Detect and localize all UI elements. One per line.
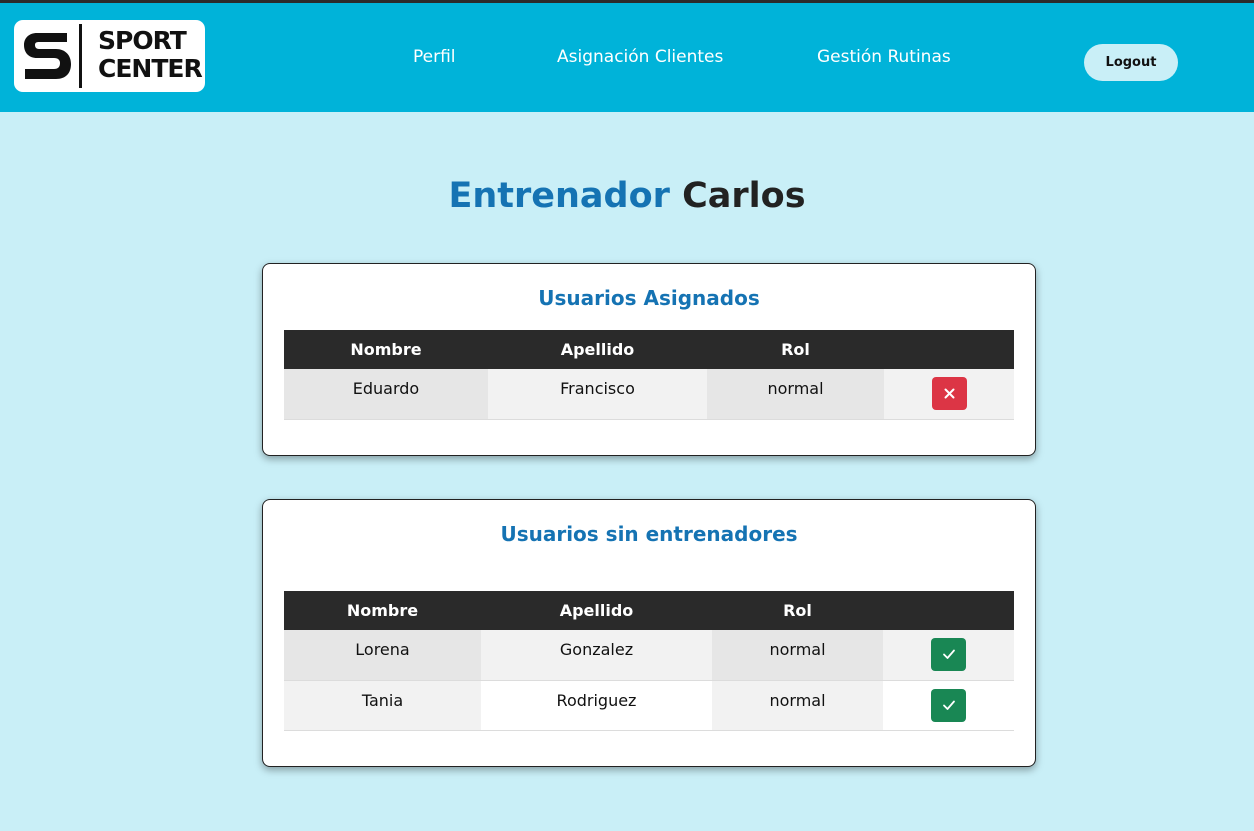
cell-rol: normal — [712, 680, 883, 731]
page-title: Entrenador Carlos — [0, 176, 1254, 216]
unassigned-users-table: Nombre Apellido Rol Lorena Gonzalez norm… — [284, 591, 1014, 731]
column-header-apellido: Apellido — [488, 330, 707, 369]
brand-line-1: SPORT — [98, 26, 187, 55]
cell-rol: normal — [712, 630, 883, 681]
table-row: Tania Rodriguez normal — [284, 680, 1014, 731]
column-header-action — [883, 591, 1014, 630]
column-header-apellido: Apellido — [481, 591, 712, 630]
cell-nombre: Tania — [284, 680, 481, 731]
assign-user-button[interactable] — [931, 688, 966, 722]
assigned-users-card: Usuarios Asignados Nombre Apellido Rol E… — [262, 263, 1036, 456]
check-icon — [943, 700, 955, 710]
logout-button[interactable]: Logout — [1084, 44, 1178, 81]
column-header-nombre: Nombre — [284, 330, 488, 369]
cell-action — [883, 630, 1014, 681]
cell-apellido: Francisco — [488, 369, 707, 420]
nav-perfil[interactable]: Perfil — [413, 47, 456, 67]
logo-divider — [79, 24, 82, 88]
cell-apellido: Gonzalez — [481, 630, 712, 681]
table-header-row: Nombre Apellido Rol — [284, 330, 1014, 369]
cell-action — [884, 369, 1014, 420]
nav-asignacion-clientes[interactable]: Asignación Clientes — [557, 47, 723, 67]
column-header-rol: Rol — [712, 591, 883, 630]
brand-line-2: CENTER — [98, 54, 203, 83]
close-icon — [944, 388, 954, 399]
cell-nombre: Lorena — [284, 630, 481, 681]
cell-rol: normal — [707, 369, 884, 420]
unassigned-users-card: Usuarios sin entrenadores Nombre Apellid… — [262, 499, 1036, 767]
column-header-nombre: Nombre — [284, 591, 481, 630]
assigned-users-table: Nombre Apellido Rol Eduardo Francisco no… — [284, 330, 1014, 420]
s-logo-icon — [24, 33, 71, 79]
table-row: Eduardo Francisco normal — [284, 369, 1014, 420]
cell-action — [883, 680, 1014, 731]
check-icon — [943, 649, 955, 660]
nav-gestion-rutinas[interactable]: Gestión Rutinas — [817, 47, 951, 67]
column-header-action — [884, 330, 1014, 369]
navbar: SPORT CENTER Perfil Asignación Clientes … — [0, 3, 1254, 112]
assigned-users-title: Usuarios Asignados — [538, 286, 760, 310]
unassigned-users-title: Usuarios sin entrenadores — [500, 522, 798, 546]
assign-user-button[interactable] — [931, 638, 966, 672]
column-header-rol: Rol — [707, 330, 884, 369]
brand-logo[interactable]: SPORT CENTER — [14, 20, 205, 92]
page-title-role: Entrenador — [448, 176, 670, 216]
page-title-name: Carlos — [682, 176, 806, 216]
remove-user-button[interactable] — [931, 377, 967, 411]
table-row: Lorena Gonzalez normal — [284, 630, 1014, 681]
table-header-row: Nombre Apellido Rol — [284, 591, 1014, 630]
cell-nombre: Eduardo — [284, 369, 488, 420]
cell-apellido: Rodriguez — [481, 680, 712, 731]
